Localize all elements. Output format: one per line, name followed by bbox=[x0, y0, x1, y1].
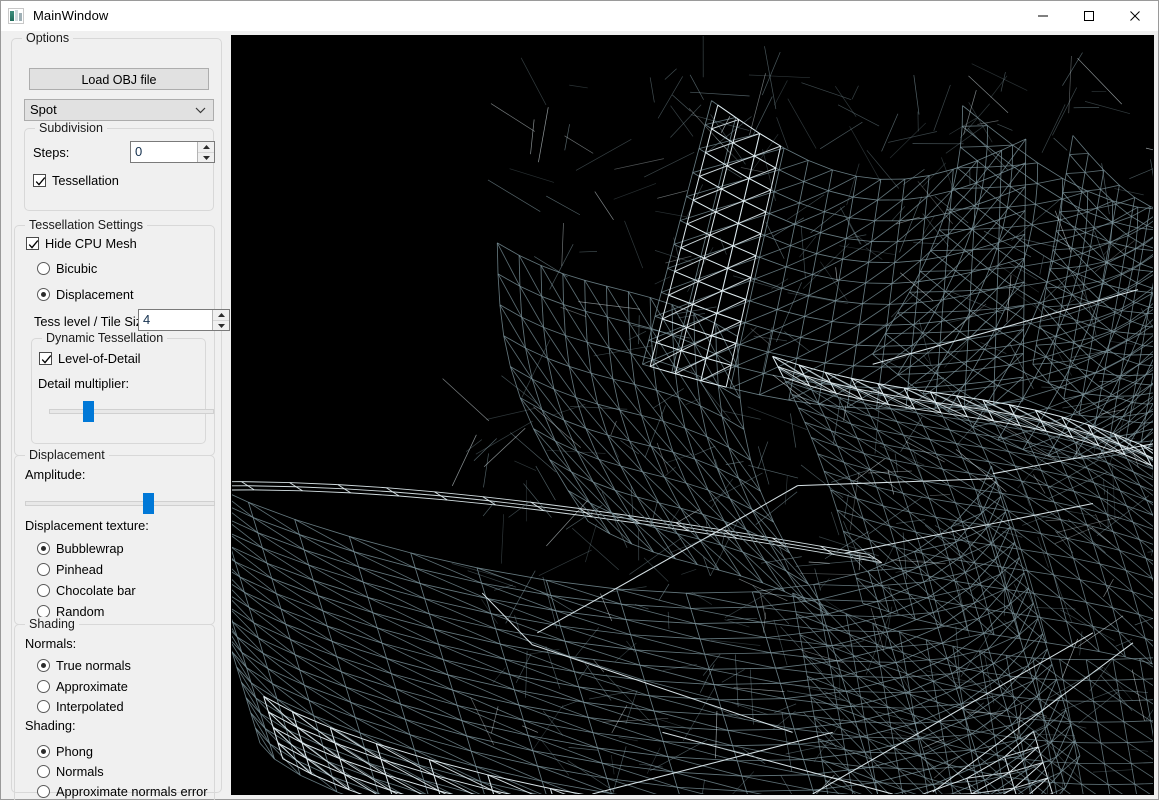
radio-true-normals-label: True normals bbox=[56, 658, 131, 673]
amplitude-label: Amplitude: bbox=[25, 467, 86, 482]
window-controls bbox=[1020, 1, 1158, 31]
radio-normals[interactable]: Normals bbox=[37, 763, 104, 780]
detail-multiplier-slider[interactable] bbox=[49, 400, 214, 422]
radio-off-icon bbox=[37, 700, 50, 713]
content-area: Options Load OBJ file Spot Subdivision S… bbox=[1, 31, 1158, 800]
checkbox-checked-icon bbox=[39, 352, 52, 365]
group-options-title: Options bbox=[22, 31, 74, 45]
radio-displacement[interactable]: Displacement bbox=[37, 286, 134, 303]
app-chart-icon bbox=[8, 7, 24, 24]
spin-down-icon[interactable] bbox=[198, 152, 214, 162]
group-subdivision: Subdivision Steps: 0 Tessellation bbox=[24, 121, 215, 211]
radio-off-icon bbox=[37, 785, 50, 798]
spin-down-icon[interactable] bbox=[213, 320, 229, 330]
3d-wireframe-viewport[interactable] bbox=[231, 35, 1154, 795]
radio-on-icon bbox=[37, 745, 50, 758]
minimize-button[interactable] bbox=[1020, 1, 1066, 31]
radio-bicubic-label: Bicubic bbox=[56, 261, 98, 276]
checkbox-checked-icon bbox=[33, 174, 46, 187]
radio-chocolate-bar[interactable]: Chocolate bar bbox=[37, 582, 136, 599]
steps-label: Steps: bbox=[33, 145, 70, 160]
radio-off-icon bbox=[37, 680, 50, 693]
radio-phong-label: Phong bbox=[56, 744, 94, 759]
group-tessellation-settings: Tessellation Settings Hide CPU Mesh Bicu… bbox=[14, 218, 230, 456]
radio-bubblewrap[interactable]: Bubblewrap bbox=[37, 540, 124, 557]
spin-up-icon[interactable] bbox=[198, 142, 214, 152]
close-button[interactable] bbox=[1112, 1, 1158, 31]
group-tessellation-settings-title: Tessellation Settings bbox=[25, 218, 147, 232]
radio-off-icon bbox=[37, 765, 50, 778]
group-displacement-title: Displacement bbox=[25, 448, 109, 462]
group-shading-title: Shading bbox=[25, 617, 79, 631]
hide-cpu-mesh-label: Hide CPU Mesh bbox=[45, 236, 137, 251]
radio-approximate-normals-error[interactable]: Approximate normals error bbox=[37, 783, 207, 800]
slider-handle[interactable] bbox=[83, 401, 94, 422]
radio-approximate[interactable]: Approximate bbox=[37, 678, 128, 695]
tessellation-checkbox[interactable]: Tessellation bbox=[33, 172, 119, 189]
tess-level-label: Tess level / Tile Size bbox=[34, 314, 150, 329]
hide-cpu-mesh-checkbox[interactable]: Hide CPU Mesh bbox=[26, 235, 137, 252]
radio-displacement-label: Displacement bbox=[56, 287, 134, 302]
radio-on-icon bbox=[37, 288, 50, 301]
radio-approximate-normals-error-label: Approximate normals error bbox=[56, 784, 208, 799]
spin-up-icon[interactable] bbox=[213, 310, 229, 320]
radio-phong[interactable]: Phong bbox=[37, 743, 93, 760]
radio-bicubic[interactable]: Bicubic bbox=[37, 260, 97, 277]
group-subdivision-title: Subdivision bbox=[35, 121, 107, 135]
steps-spinbox-value: 0 bbox=[135, 144, 143, 159]
radio-true-normals[interactable]: True normals bbox=[37, 657, 131, 674]
group-dynamic-tessellation-title: Dynamic Tessellation bbox=[42, 331, 168, 345]
displacement-texture-label: Displacement texture: bbox=[25, 518, 149, 533]
main-window: MainWindow Options Load OBJ file Spot Su… bbox=[0, 0, 1159, 800]
tess-level-spinbox-buttons[interactable] bbox=[212, 310, 229, 330]
radio-off-icon bbox=[37, 584, 50, 597]
group-dynamic-tessellation: Dynamic Tessellation Level-of-Detail Det… bbox=[31, 331, 214, 444]
group-options: Options Load OBJ file Spot Subdivision S… bbox=[11, 31, 230, 800]
radio-interpolated-label: Interpolated bbox=[56, 699, 124, 714]
radio-normals-label: Normals bbox=[56, 764, 104, 779]
maximize-button[interactable] bbox=[1066, 1, 1112, 31]
detail-multiplier-label: Detail multiplier: bbox=[38, 376, 130, 391]
model-select[interactable]: Spot bbox=[24, 99, 214, 121]
steps-spinbox-buttons[interactable] bbox=[197, 142, 214, 162]
chevron-down-icon bbox=[195, 100, 206, 120]
normals-label: Normals: bbox=[25, 636, 77, 651]
tess-level-spinbox-value: 4 bbox=[143, 312, 151, 327]
slider-groove bbox=[49, 409, 214, 414]
radio-on-icon bbox=[37, 542, 50, 555]
slider-groove bbox=[25, 501, 215, 506]
level-of-detail-label: Level-of-Detail bbox=[58, 351, 141, 366]
checkbox-checked-icon bbox=[26, 237, 39, 250]
options-panel: Options Load OBJ file Spot Subdivision S… bbox=[1, 31, 231, 800]
radio-bubblewrap-label: Bubblewrap bbox=[56, 541, 124, 556]
title-bar: MainWindow bbox=[1, 1, 1158, 31]
tessellation-checkbox-label: Tessellation bbox=[52, 173, 119, 188]
radio-off-icon bbox=[37, 262, 50, 275]
level-of-detail-checkbox[interactable]: Level-of-Detail bbox=[39, 350, 141, 367]
model-select-value: Spot bbox=[30, 102, 57, 117]
amplitude-slider[interactable] bbox=[25, 492, 215, 514]
wireframe-canvas bbox=[232, 36, 1153, 794]
tess-level-spinbox[interactable]: 4 bbox=[138, 309, 230, 331]
radio-on-icon bbox=[37, 659, 50, 672]
shading-mode-label: Shading: bbox=[25, 718, 76, 733]
slider-handle[interactable] bbox=[143, 493, 154, 514]
radio-approximate-label: Approximate bbox=[56, 679, 128, 694]
load-obj-file-button[interactable]: Load OBJ file bbox=[29, 68, 209, 90]
group-displacement: Displacement Amplitude: Displacement tex… bbox=[14, 448, 215, 625]
group-shading: Shading Normals: True normals Approximat… bbox=[14, 617, 215, 800]
radio-interpolated[interactable]: Interpolated bbox=[37, 698, 124, 715]
window-title: MainWindow bbox=[33, 8, 109, 23]
steps-spinbox[interactable]: 0 bbox=[130, 141, 215, 163]
radio-chocolate-bar-label: Chocolate bar bbox=[56, 583, 136, 598]
radio-pinhead-label: Pinhead bbox=[56, 562, 103, 577]
radio-off-icon bbox=[37, 563, 50, 576]
radio-pinhead[interactable]: Pinhead bbox=[37, 561, 103, 578]
